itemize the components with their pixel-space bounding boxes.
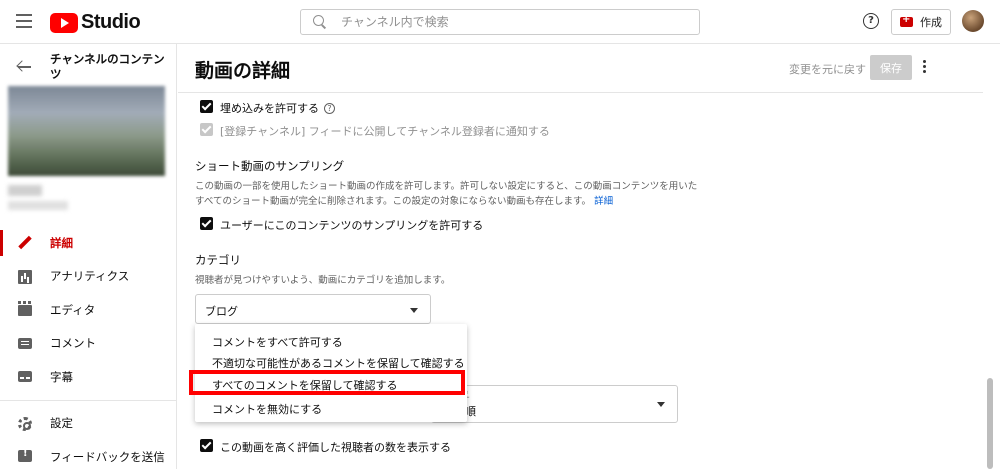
sidebar-item-editor[interactable]: エディタ: [0, 293, 177, 327]
page-title: 動画の詳細: [195, 60, 291, 82]
comment-sort-select[interactable]: 替え 訊順: [431, 385, 678, 423]
menu-icon[interactable]: [16, 14, 32, 28]
category-description: 視聴者が見つけやすいよう、動画にカテゴリを追加します。: [195, 275, 451, 286]
embed-row: 埋め込みを許可する?: [220, 100, 335, 116]
sidebar-item-feedback[interactable]: フィードバックを送信: [0, 440, 177, 469]
studio-logo[interactable]: Studio: [50, 11, 141, 34]
sidebar-item-comments[interactable]: コメント: [0, 327, 177, 361]
undo-changes-button[interactable]: 変更を元に戻す: [789, 61, 866, 77]
sidebar-divider: [0, 399, 177, 401]
shorts-desc-line-1: この動画の一部を使用したショート動画の作成を許可します。許可しない設定にすると、…: [195, 181, 698, 192]
back-arrow-icon[interactable]: [17, 60, 31, 74]
category-title: カテゴリ: [195, 253, 241, 267]
comment-icon: [18, 337, 32, 349]
main-content: 動画の詳細 変更を元に戻す 保存 埋め込みを許可する? [登録チャンネル] フィ…: [178, 44, 1000, 469]
shorts-sampling-title: ショート動画のサンプリング: [195, 159, 345, 173]
help-icon[interactable]: ?: [863, 13, 879, 29]
notify-subscribers-label: [登録チャンネル] フィードに公開してチャンネル登録者に通知する: [220, 125, 550, 138]
channel-content-title[interactable]: チャンネルのコンテンツ: [50, 52, 168, 82]
sidebar-item-settings[interactable]: 設定: [0, 407, 177, 441]
logo-text: Studio: [81, 11, 141, 33]
pencil-icon: [18, 236, 32, 250]
menu-item-hold-inappropriate[interactable]: 不適切な可能性があるコメントを保留して確認する: [212, 355, 465, 371]
sidebar-item-subtitles[interactable]: 字幕: [0, 360, 177, 394]
highlight-annotation-box: [189, 370, 465, 395]
sidebar-item-label: 設定: [50, 416, 73, 431]
sidebar-item-details[interactable]: 詳細: [0, 226, 177, 260]
show-likes-label: この動画を高く評価した視聴者の数を表示する: [220, 441, 451, 454]
sidebar-item-label: エディタ: [50, 302, 96, 317]
sidebar-item-label: アナリティクス: [50, 269, 130, 284]
allow-sampling-label: ユーザーにこのコンテンツのサンプリングを許可する: [220, 219, 484, 232]
shorts-desc-line-2: すべてのショート動画が完全に削除されます。この設定の対象にならない動画も存在しま…: [195, 196, 592, 207]
video-thumbnail[interactable]: [8, 86, 165, 176]
video-camera-icon: [900, 14, 913, 27]
category-selected-value: ブログ: [205, 305, 238, 318]
menu-item-allow-all[interactable]: コメントをすべて許可する: [212, 334, 343, 350]
sidebar-item-analytics[interactable]: アナリティクス: [0, 260, 177, 294]
sidebar-item-label: 詳細: [50, 235, 73, 250]
sidebar-item-label: フィードバックを送信: [50, 449, 165, 464]
shorts-sampling-description: この動画の一部を使用したショート動画の作成を許可します。許可しない設定にすると、…: [195, 179, 715, 209]
subtitles-icon: [18, 371, 32, 382]
video-title-blurred: [8, 185, 42, 196]
feedback-icon: [18, 448, 32, 462]
create-button[interactable]: 作成: [891, 9, 951, 35]
top-app-bar: Studio ? 作成: [0, 0, 1000, 44]
show-likes-checkbox[interactable]: [200, 439, 213, 452]
search-input[interactable]: [341, 15, 681, 29]
create-button-label: 作成: [920, 16, 942, 29]
save-button[interactable]: 保存: [870, 55, 912, 80]
allow-sampling-checkbox[interactable]: [200, 217, 213, 230]
menu-item-disable-comments[interactable]: コメントを無効にする: [212, 401, 322, 417]
sidebar-nav: 詳細 アナリティクス エディタ コメント 字幕 設定 フィードバックを送信: [0, 226, 177, 469]
notify-subscribers-checkbox[interactable]: [200, 123, 213, 136]
search-box[interactable]: [300, 9, 700, 35]
youtube-play-icon: [50, 12, 78, 33]
gear-icon: [18, 416, 32, 431]
embed-label: 埋め込みを許可する: [220, 102, 319, 115]
header-divider: [178, 92, 983, 93]
scrollbar-thumb[interactable]: [987, 378, 993, 469]
chevron-down-icon: [657, 402, 665, 407]
chevron-down-icon: [410, 308, 418, 313]
shorts-details-link[interactable]: 詳細: [594, 196, 613, 207]
sidebar: チャンネルのコンテンツ 詳細 アナリティクス エディタ コメント 字幕 設定 !…: [0, 44, 177, 469]
analytics-icon: [18, 269, 32, 284]
help-circle-icon[interactable]: ?: [324, 103, 335, 114]
sidebar-item-label: コメント: [50, 336, 96, 351]
category-select[interactable]: ブログ: [195, 294, 431, 324]
more-options-icon[interactable]: [923, 60, 927, 74]
account-avatar[interactable]: [962, 10, 984, 32]
video-subtitle-blurred: [8, 201, 68, 210]
sidebar-item-label: 字幕: [50, 369, 73, 384]
search-icon: [313, 15, 327, 29]
editor-icon: [18, 301, 32, 316]
embed-checkbox[interactable]: [200, 100, 213, 113]
